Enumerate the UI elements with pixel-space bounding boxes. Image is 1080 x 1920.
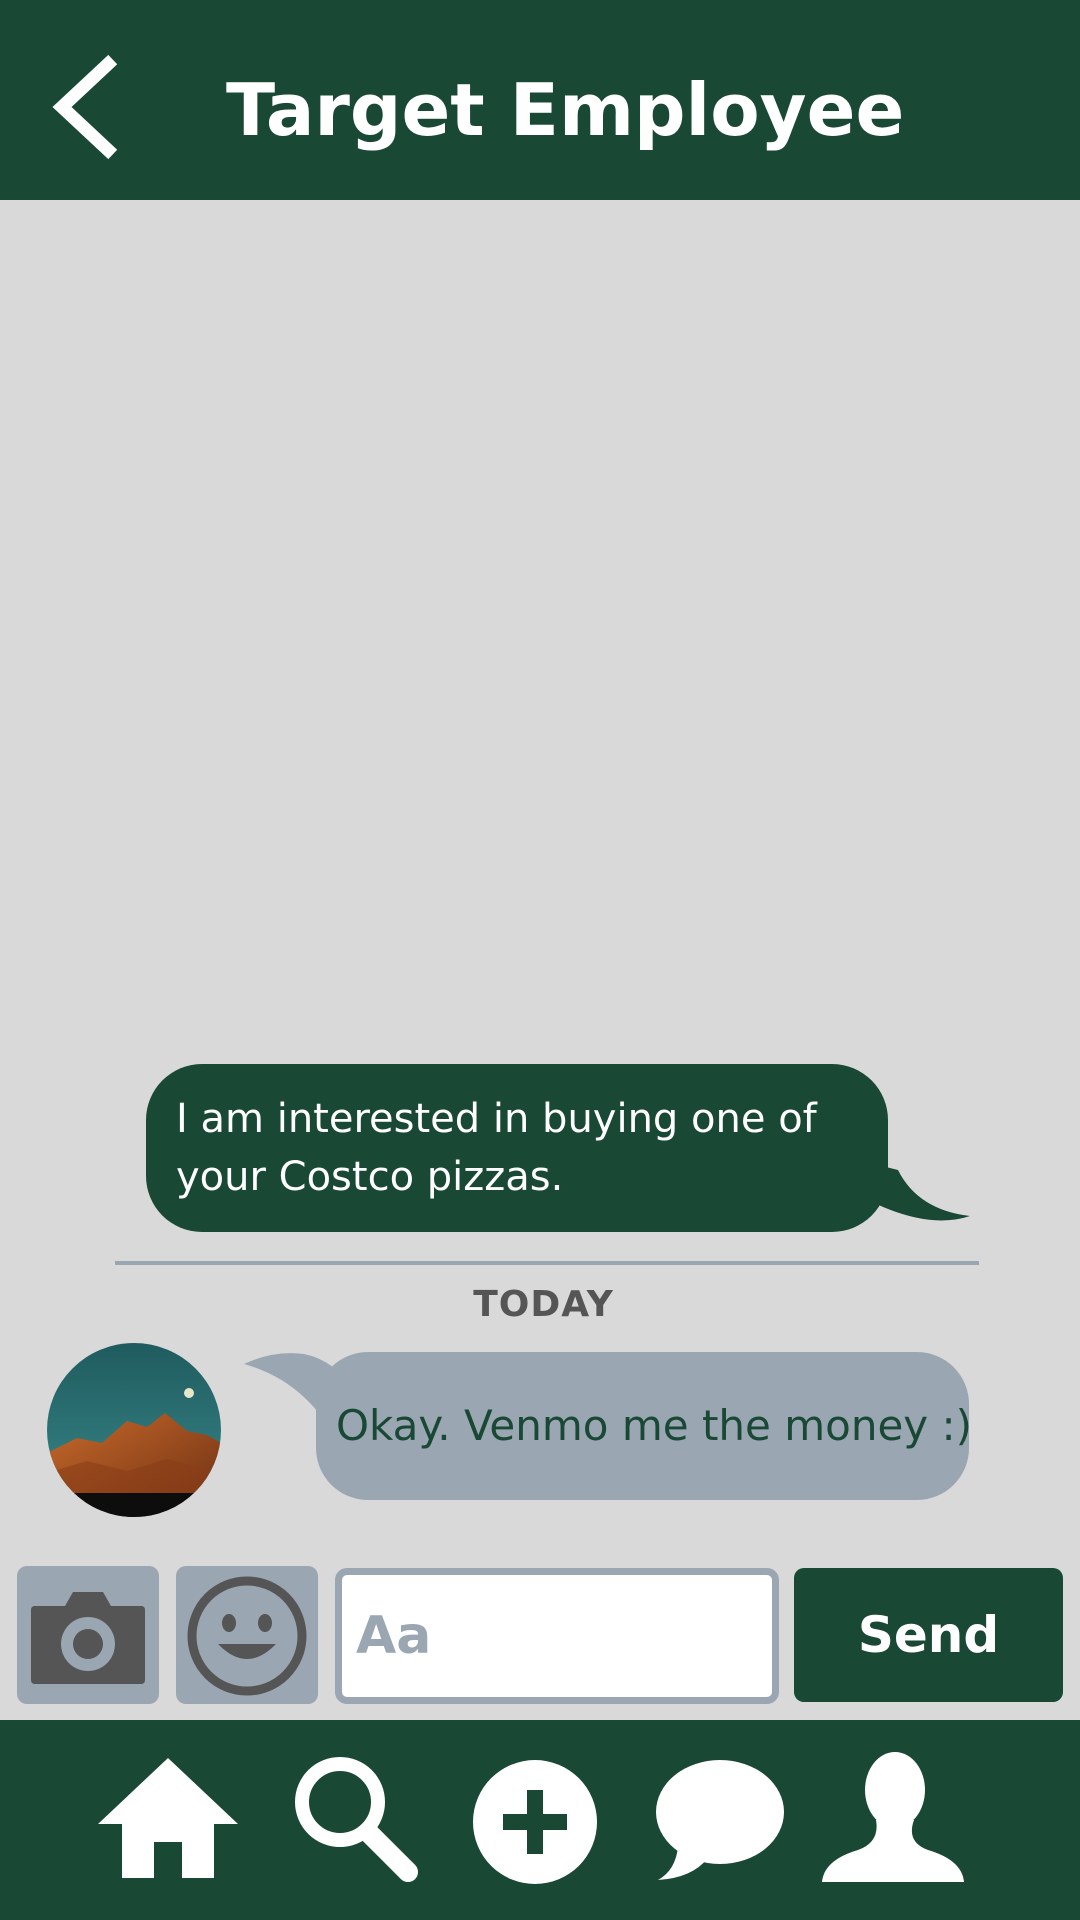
chevron-left-icon: [52, 54, 118, 160]
incoming-message-bubble[interactable]: Okay. Venmo me the money :): [316, 1352, 973, 1500]
top-bar: Target Employee: [0, 0, 1080, 200]
nav-home[interactable]: [94, 1750, 242, 1890]
nav-create[interactable]: [470, 1750, 600, 1890]
outgoing-message-text: I am interested in buying one of your Co…: [176, 1096, 817, 1200]
date-divider-label: TODAY: [473, 1284, 614, 1325]
outgoing-message-bubble[interactable]: I am interested in buying one of your Co…: [146, 1064, 888, 1232]
profile-icon: [822, 1752, 964, 1882]
chat-thread[interactable]: I am interested in buying one of your Co…: [0, 200, 1080, 1560]
page-title: Target Employee: [226, 68, 905, 152]
message-input[interactable]: [335, 1568, 779, 1704]
nav-search[interactable]: [286, 1750, 420, 1890]
avatar-mountain-image: [47, 1343, 221, 1517]
camera-button[interactable]: [17, 1566, 159, 1704]
plus-circle-icon: [473, 1760, 597, 1884]
camera-icon: [31, 1592, 145, 1684]
chat-bubble-icon: [656, 1760, 784, 1880]
avatar[interactable]: [47, 1343, 221, 1517]
nav-messages[interactable]: [650, 1750, 790, 1890]
emoji-button[interactable]: [176, 1566, 318, 1704]
back-button[interactable]: [48, 52, 128, 162]
incoming-message-text: Okay. Venmo me the money :): [336, 1401, 973, 1450]
bottom-navigation: [0, 1720, 1080, 1920]
date-divider-line: [115, 1261, 979, 1265]
search-icon: [295, 1757, 418, 1882]
home-icon: [98, 1758, 238, 1878]
send-button[interactable]: Send: [794, 1568, 1063, 1702]
nav-profile[interactable]: [818, 1750, 968, 1890]
smiley-icon: [187, 1576, 307, 1696]
message-composer: Send: [0, 1560, 1080, 1720]
